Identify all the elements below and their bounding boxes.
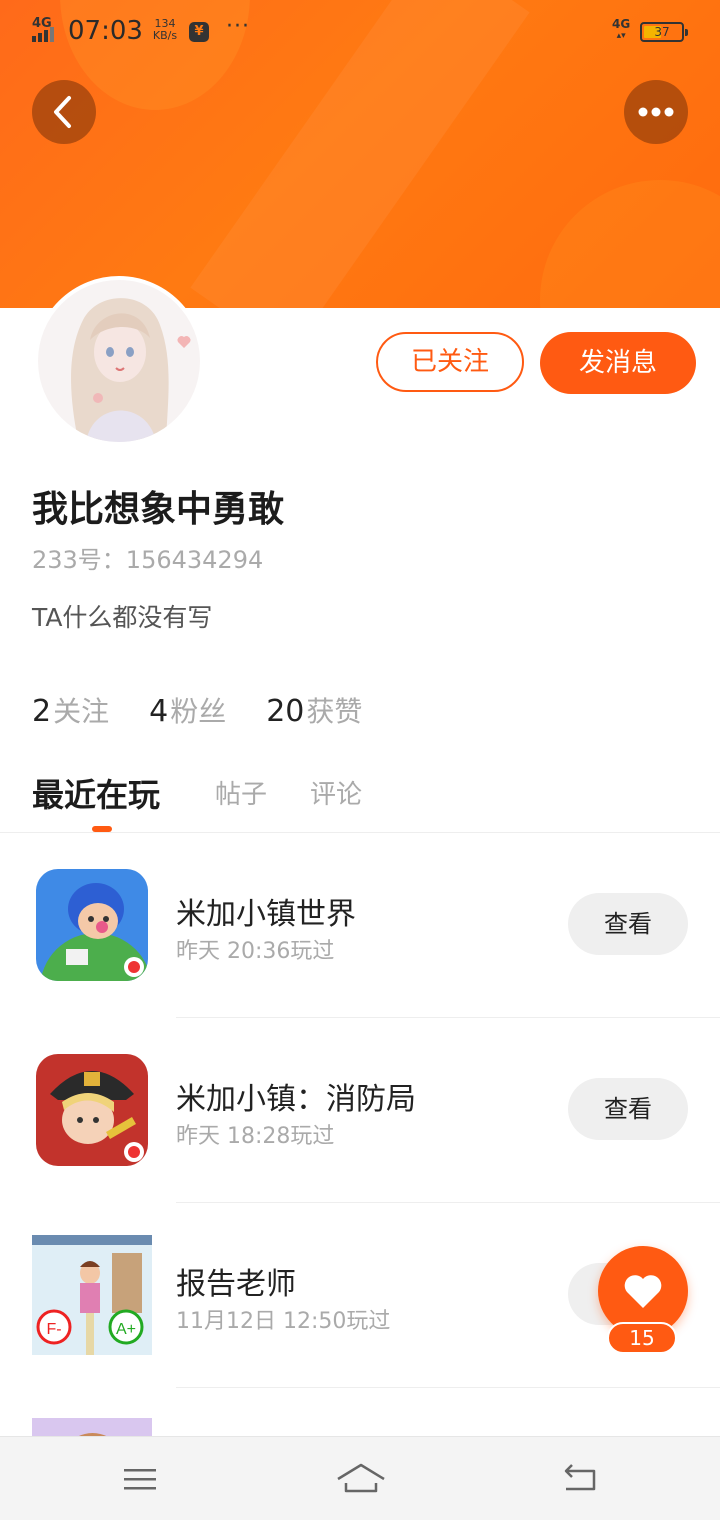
profile-stats: 2 关注 4 粉丝 20 获赞 [32, 690, 402, 730]
stat-likes[interactable]: 20 获赞 [266, 690, 362, 730]
user-id: 233号：156434294 [32, 546, 264, 574]
clock: 07:03 [68, 16, 143, 46]
list-item[interactable]: 米加小镇世界 昨天 20:36玩过 查看 [0, 833, 720, 1018]
game-title: 米加小镇：消防局 [176, 1082, 416, 1117]
last-played-time: 昨天 18:28玩过 [176, 1124, 335, 1149]
more-dots-icon [638, 107, 674, 117]
game-title: 报告老师 [176, 1267, 296, 1302]
game-title: 米加小镇世界 [176, 897, 356, 932]
back-button[interactable] [32, 80, 96, 144]
network-speed: 134 KB/s [152, 17, 178, 42]
stat-followers[interactable]: 4 粉丝 [149, 690, 226, 730]
avatar[interactable] [34, 276, 204, 446]
battery-level: 37 [654, 25, 670, 39]
view-button[interactable]: 查看 [568, 893, 688, 955]
user-bio: TA什么都没有写 [32, 603, 213, 632]
send-message-button[interactable]: 发消息 [540, 332, 696, 394]
status-bar: 4G 07:03 134 KB/s ¥ ··· 4G ▴▾ 37 [0, 0, 720, 64]
profile-page: 4G 07:03 134 KB/s ¥ ··· 4G ▴▾ 37 已关注 发消息… [0, 0, 720, 1520]
last-played-time: 昨天 20:36玩过 [176, 939, 335, 964]
svg-text:A+: A+ [116, 1321, 136, 1338]
username: 我比想象中勇敢 [32, 489, 285, 530]
svg-text:F-: F- [46, 1321, 61, 1338]
home-icon [337, 1463, 385, 1493]
game-icon [36, 869, 148, 981]
tab-recently-played[interactable]: 最近在玩 [32, 770, 160, 816]
mobile-data-icon: 4G ▴▾ [612, 17, 631, 41]
stat-following[interactable]: 2 关注 [32, 690, 109, 730]
chevron-left-icon [54, 96, 71, 128]
cellular-signal-icon: 4G [30, 16, 60, 44]
system-navigation-bar [0, 1436, 720, 1520]
view-button[interactable]: 查看 [568, 1078, 688, 1140]
like-count-badge: 15 [607, 1322, 677, 1354]
menu-icon [124, 1469, 156, 1490]
game-icon: F- A+ [32, 1235, 152, 1355]
home-button[interactable] [336, 1459, 386, 1499]
avatar-illustration [38, 280, 200, 442]
game-icon [36, 1054, 148, 1166]
list-item[interactable]: 米加小镇：消防局 昨天 18:28玩过 查看 [0, 1018, 720, 1203]
following-button[interactable]: 已关注 [376, 332, 524, 392]
more-notifications-icon: ··· [226, 14, 250, 39]
battery-icon: 37 [640, 22, 688, 42]
last-played-time: 11月12日 12:50玩过 [176, 1309, 391, 1334]
profile-tabs: 最近在玩 帖子 评论 [32, 768, 692, 828]
tab-comments[interactable]: 评论 [310, 774, 362, 811]
payment-notification-icon: ¥ [189, 22, 209, 42]
divider [176, 1387, 720, 1388]
back-nav-button[interactable] [558, 1459, 602, 1499]
more-options-button[interactable] [624, 80, 688, 144]
tab-posts[interactable]: 帖子 [215, 774, 267, 811]
menu-button[interactable] [118, 1459, 162, 1499]
back-arrow-icon [564, 1464, 596, 1491]
